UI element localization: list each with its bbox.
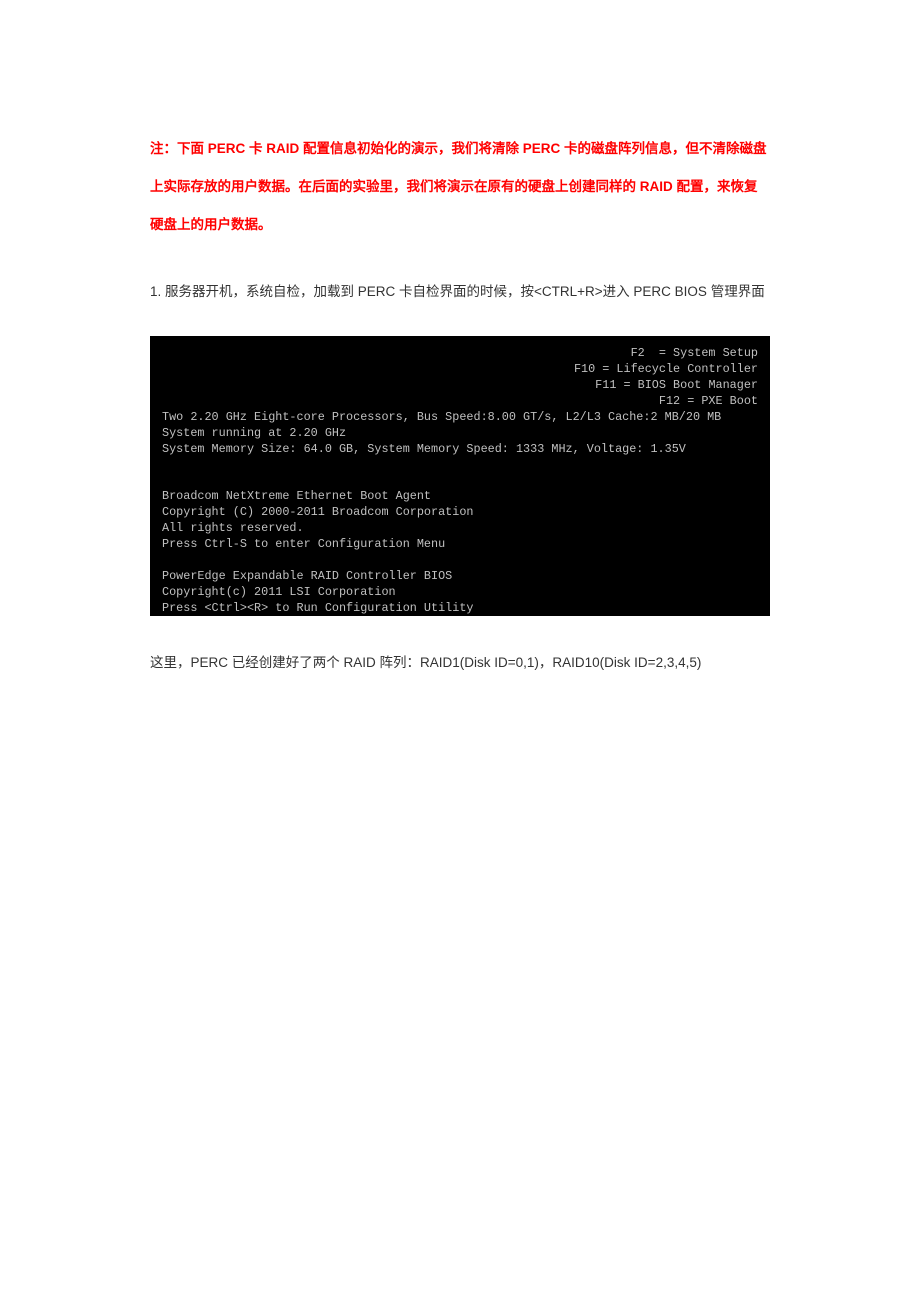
raid-line3: Press <Ctrl><R> to Run Configuration Uti… (162, 601, 474, 615)
sys-cpu: Two 2.20 GHz Eight-core Processors, Bus … (162, 410, 721, 424)
raid-line2: Copyright(c) 2011 LSI Corporation (162, 585, 396, 599)
document-page: 注：下面 PERC 卡 RAID 配置信息初始化的演示，我们将清除 PERC 卡… (0, 0, 920, 760)
fkey-f2: F2 = System Setup (162, 346, 758, 362)
sys-running: System running at 2.20 GHz (162, 426, 346, 440)
caption-text: 这里，PERC 已经创建好了两个 RAID 阵列：RAID1(Disk ID=0… (150, 646, 770, 680)
sys-mem: System Memory Size: 64.0 GB, System Memo… (162, 442, 686, 456)
fkey-f10: F10 = Lifecycle Controller (162, 362, 758, 378)
nic-line2: Copyright (C) 2000-2011 Broadcom Corpora… (162, 505, 474, 519)
fkey-f12: F12 = PXE Boot (162, 394, 758, 410)
nic-line1: Broadcom NetXtreme Ethernet Boot Agent (162, 489, 431, 503)
bios-terminal-screenshot: F2 = System SetupF10 = Lifecycle Control… (150, 336, 770, 616)
nic-line4: Press Ctrl-S to enter Configuration Menu (162, 537, 445, 551)
step-1-text: 1. 服务器开机，系统自检，加载到 PERC 卡自检界面的时候，按<CTRL+R… (150, 273, 770, 311)
nic-line3: All rights reserved. (162, 521, 304, 535)
note-paragraph: 注：下面 PERC 卡 RAID 配置信息初始化的演示，我们将清除 PERC 卡… (150, 130, 770, 243)
raid-line1: PowerEdge Expandable RAID Controller BIO… (162, 569, 452, 583)
fkey-f11: F11 = BIOS Boot Manager (162, 378, 758, 394)
